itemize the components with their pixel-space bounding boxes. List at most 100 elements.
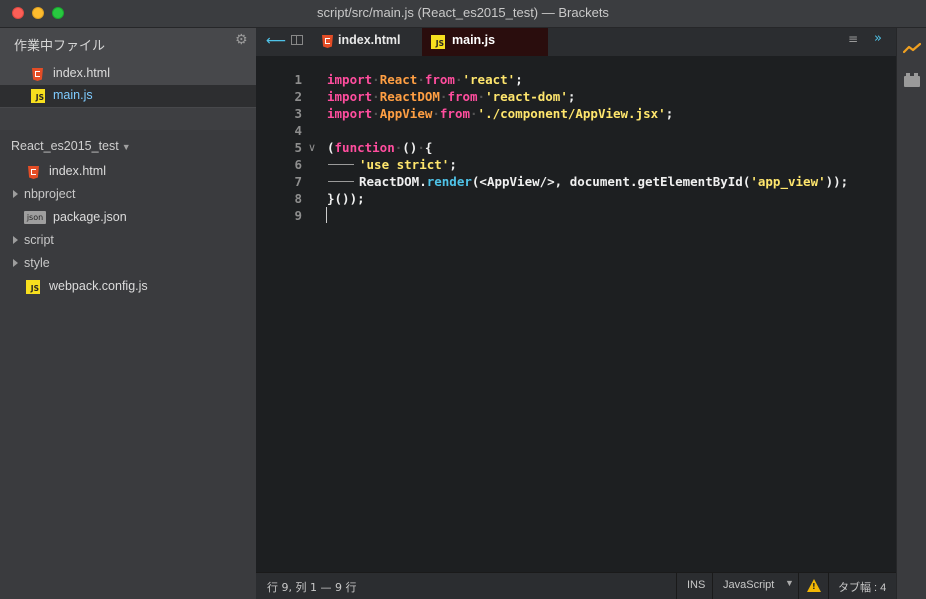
working-file-main-js[interactable]: JS main.js (0, 85, 256, 107)
code-token: ; (515, 72, 523, 87)
code-token: { (424, 140, 433, 155)
code-token: render (426, 174, 472, 189)
code-line: }()); (327, 190, 365, 207)
code-token: ; (665, 106, 674, 121)
code-token: 'app_view' (750, 174, 826, 189)
js-icon: JS (31, 89, 45, 103)
code-token: AppView (379, 106, 433, 121)
tree-item-style[interactable]: style (0, 253, 256, 275)
tree-item-webpack-config-js[interactable]: JS webpack.config.js (0, 276, 256, 298)
code-token: }()); (327, 191, 365, 206)
js-icon: JS (431, 35, 445, 49)
tree-item-nbproject[interactable]: nbproject (0, 184, 256, 206)
menu-icon[interactable]: ≡ (848, 32, 858, 46)
code-token: from (424, 72, 455, 87)
line-number: 5 (294, 140, 302, 155)
code-token: import (327, 89, 373, 104)
chevron-down-icon: ▼ (121, 142, 131, 152)
cursor-position: 行 9, 列 1 — 9 行 (267, 581, 357, 594)
tree-item-script[interactable]: script (0, 230, 256, 252)
project-name: React_es2015_test (11, 139, 119, 153)
code-token: ( (327, 140, 335, 155)
code-token: ReactDOM (379, 89, 440, 104)
code-token: document.getElementById( (569, 174, 751, 189)
working-files-header: 作業中ファイル (14, 39, 106, 54)
tree-item-label: nbproject (24, 187, 76, 201)
status-bar: 行 9, 列 1 — 9 行 INS JavaScript ▼ ! タブ幅 : … (256, 572, 896, 599)
line-number: 9 (294, 208, 302, 223)
code-token: ; (449, 157, 457, 172)
insert-mode-label: INS (687, 579, 706, 591)
extension-manager-icon[interactable] (904, 73, 920, 87)
code-token: import (327, 106, 373, 121)
js-icon: JS (26, 280, 40, 294)
tab-size-setting[interactable]: タブ幅 : 4 (828, 573, 896, 599)
double-chevron-right-icon[interactable]: » (874, 31, 882, 46)
line-number: 4 (294, 123, 302, 138)
code-token: function (334, 140, 395, 155)
code-token: React (379, 72, 418, 87)
code-token: 'react' (462, 72, 516, 87)
code-token: )); (825, 174, 849, 189)
chevron-right-icon (13, 259, 18, 267)
code-token: (<AppView/>, (471, 174, 570, 189)
code-token: 'react-dom' (485, 89, 568, 104)
sidebar: 作業中ファイル ⚙ index.html JS main.js React_es… (0, 28, 256, 599)
code-editor[interactable]: 1 2 3 4 5 6 7 8 9 ∨ import·React·from·'r… (256, 56, 896, 572)
project-tree: React_es2015_test ▼ index.html nbproject … (0, 130, 256, 599)
code-token: from (439, 106, 471, 121)
tree-item-label: webpack.config.js (49, 279, 148, 293)
chevron-right-icon (13, 190, 18, 198)
code-token: ; (567, 89, 576, 104)
code-line: import·AppView·from·'./component/AppView… (327, 106, 674, 121)
working-file-label: main.js (53, 88, 93, 102)
text-cursor (326, 207, 327, 223)
live-preview-icon[interactable] (903, 42, 921, 54)
code-line: import·React·from·'react'; (327, 72, 523, 87)
code-line: (function·()·{ (327, 140, 433, 155)
tab-main-js[interactable]: JS main.js (422, 28, 548, 56)
tree-item-label: index.html (49, 164, 106, 178)
code-token: './component/AppView.jsx' (477, 106, 666, 121)
project-dropdown[interactable]: React_es2015_test ▼ (11, 139, 131, 153)
line-number: 3 (294, 106, 302, 121)
language-select[interactable]: JavaScript ▼ (712, 573, 798, 599)
split-view-icon[interactable] (291, 35, 303, 45)
tab-size-label: タブ幅 : 4 (838, 582, 887, 594)
code-line: ReactDOM.render(<AppView/>, document.get… (359, 173, 848, 190)
line-number: 1 (294, 72, 302, 87)
linter-status[interactable]: ! (798, 573, 828, 599)
code-line: 'use strict'; (359, 156, 457, 173)
insert-mode-toggle[interactable]: INS (676, 573, 712, 599)
chevron-right-icon (13, 236, 18, 244)
tab-label: index.html (338, 33, 401, 47)
tree-item-package-json[interactable]: json package.json (0, 207, 256, 229)
line-number: 7 (294, 174, 302, 189)
code-token: from (447, 89, 478, 104)
brackets-window: script/src/main.js (React_es2015_test) —… (0, 0, 926, 599)
title-bar: script/src/main.js (React_es2015_test) —… (0, 0, 926, 28)
line-number: 8 (294, 191, 302, 206)
tab-label: main.js (452, 33, 496, 47)
warning-icon-mark: ! (812, 582, 816, 591)
language-label: JavaScript (723, 579, 775, 591)
tree-item-label: package.json (53, 210, 127, 224)
indent-guide (328, 164, 354, 165)
window-title: script/src/main.js (React_es2015_test) —… (317, 5, 609, 20)
right-toolbar (896, 28, 926, 599)
line-number: 2 (294, 89, 302, 104)
tab-index-html[interactable]: index.html (312, 28, 422, 56)
sidebar-divider (0, 108, 256, 130)
gear-icon[interactable]: ⚙ (235, 32, 248, 48)
fold-toggle-icon[interactable]: ∨ (308, 139, 316, 156)
code-line: import·ReactDOM·from·'react-dom'; (327, 89, 576, 104)
working-file-index-html[interactable]: index.html (0, 63, 256, 85)
code-token: ReactDOM. (359, 174, 427, 189)
arrow-left-icon[interactable]: ⟵ (266, 33, 286, 49)
chevron-down-icon: ▼ (785, 578, 794, 588)
html5-icon (28, 166, 39, 179)
html5-icon (322, 35, 333, 48)
tree-item-index-html[interactable]: index.html (0, 161, 256, 183)
line-number: 6 (294, 157, 302, 172)
indent-guide (328, 181, 354, 182)
